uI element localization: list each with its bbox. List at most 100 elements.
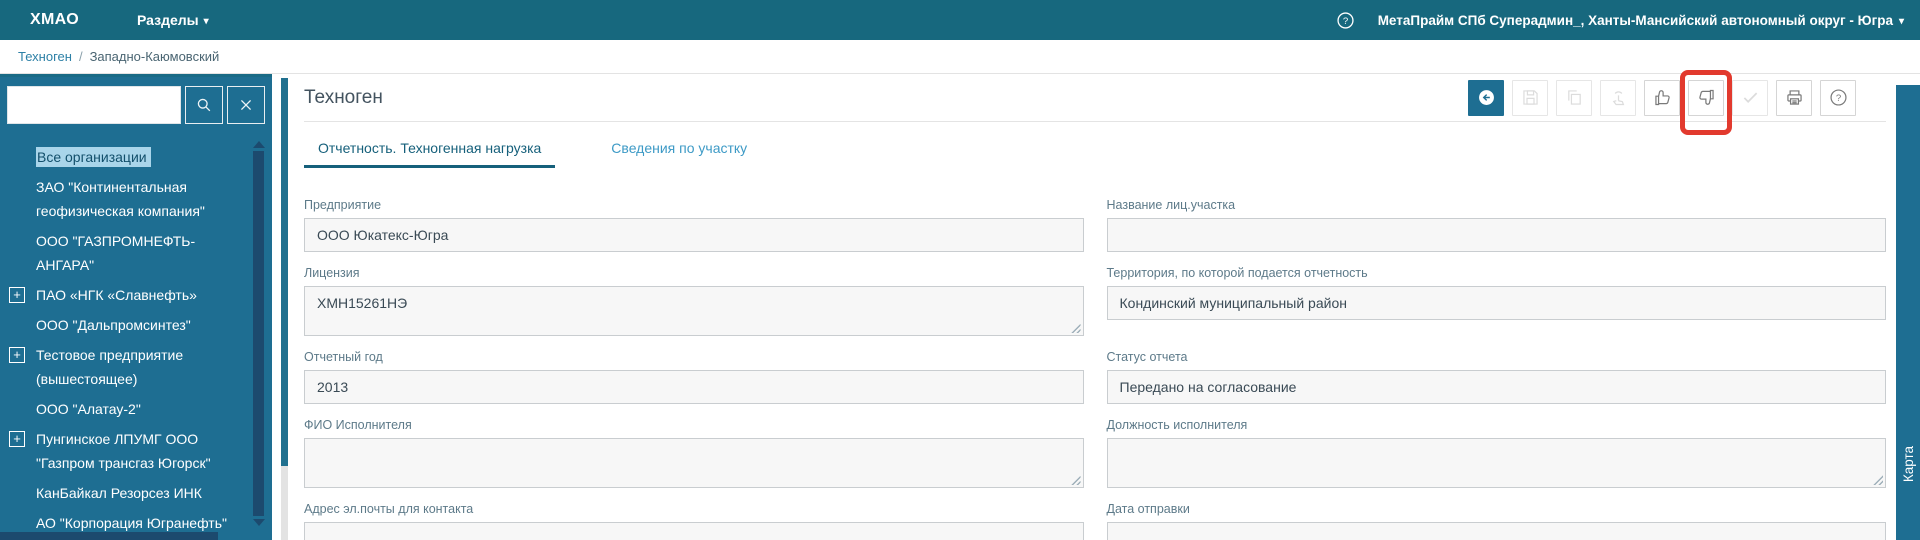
form-field: Лицензия ХМН15261НЭ bbox=[304, 266, 1084, 336]
search-button[interactable] bbox=[185, 86, 223, 124]
toolbar: ? bbox=[1468, 69, 1856, 135]
panel-gap bbox=[272, 74, 281, 540]
sidebar-item-organization[interactable]: + ПАО «НГК «Славнефть» bbox=[0, 283, 238, 307]
save-button bbox=[1512, 79, 1548, 116]
form-field: ФИО Исполнителя bbox=[304, 418, 1084, 488]
text-input[interactable]: ХМН15261НЭ bbox=[304, 286, 1084, 336]
copy-button bbox=[1556, 79, 1592, 116]
clear-search-button[interactable] bbox=[227, 86, 265, 124]
user-name: МетаПрайм СПб Суперадмин_, Ханты-Мансийс… bbox=[1377, 12, 1893, 28]
thumb-up-button[interactable] bbox=[1644, 79, 1680, 116]
form-field: Адрес эл.почты для контакта bbox=[304, 502, 1084, 540]
sidebar-item-organization[interactable]: + ООО "Алатау-2" bbox=[0, 397, 238, 421]
sidebar-item-organization[interactable]: + КанБайкал Резорсез ИНК bbox=[0, 481, 238, 505]
touch-button bbox=[1600, 79, 1636, 116]
field-label: Дата отправки bbox=[1106, 502, 1190, 516]
print-button[interactable] bbox=[1776, 79, 1812, 116]
sidebar-item-organization[interactable]: + Пунгинское ЛПУМГ ООО "Газпром трансгаз… bbox=[0, 427, 238, 475]
sidebar-item-organization[interactable]: + Все организации bbox=[0, 145, 238, 169]
form-field: Территория, по которой подается отчетнос… bbox=[1106, 266, 1886, 320]
organization-label: ЗАО "Континентальная геофизическая компа… bbox=[36, 179, 205, 219]
organization-label: ООО "ГАЗПРОМНЕФТЬ-АНГАРА" bbox=[36, 233, 196, 273]
help-button[interactable]: ? bbox=[1820, 79, 1856, 116]
tab-report[interactable]: Отчетность. Техногенная нагрузка bbox=[304, 134, 556, 168]
text-input[interactable] bbox=[1106, 218, 1886, 252]
form-field: Статус отчета Передано на согласование bbox=[1106, 350, 1886, 404]
field-label: Предприятие bbox=[304, 198, 382, 212]
text-input[interactable] bbox=[1106, 438, 1886, 488]
check-button bbox=[1732, 79, 1768, 116]
organization-label: ООО "Алатау-2" bbox=[36, 401, 141, 417]
touch-icon bbox=[1612, 91, 1624, 106]
form-field: Отчетный год 2013 bbox=[304, 350, 1084, 404]
breadcrumb-current-page: Западно-Каюмовский bbox=[89, 49, 220, 64]
text-input[interactable] bbox=[304, 438, 1084, 488]
top-bar: ХМАО Разделы ▾ ? МетаПрайм СПб Суперадми… bbox=[0, 0, 1920, 40]
technogen-panel: Техноген ? Отчетность. Техногенная нагру… bbox=[288, 69, 1896, 540]
map-side-tab[interactable]: Карта bbox=[1896, 85, 1920, 540]
magnifier-icon bbox=[197, 98, 211, 112]
organization-label: КанБайкал Резорсез ИНК bbox=[36, 485, 202, 501]
check-icon bbox=[1743, 92, 1757, 103]
field-label: Должность исполнителя bbox=[1106, 418, 1248, 432]
back-icon bbox=[1478, 90, 1494, 105]
scrollbar-thumb[interactable] bbox=[281, 78, 288, 466]
scrollbar-thumb[interactable] bbox=[253, 151, 264, 516]
help-icon[interactable]: ? bbox=[1335, 10, 1356, 31]
app-logo: ХМАО bbox=[30, 11, 79, 28]
scroll-up-arrow-icon[interactable] bbox=[252, 141, 265, 148]
organization-list: + Все организации + ЗАО "Континентальная… bbox=[0, 133, 272, 540]
search-input[interactable] bbox=[7, 86, 181, 124]
thumb-down-button[interactable] bbox=[1688, 79, 1724, 116]
organizations-sidebar: + Все организации + ЗАО "Континентальная… bbox=[0, 74, 272, 540]
field-label: Территория, по которой подается отчетнос… bbox=[1106, 266, 1368, 280]
tab-site-info[interactable]: Сведения по участку bbox=[597, 134, 761, 168]
field-label: Название лиц.участка bbox=[1106, 198, 1236, 212]
text-input[interactable]: ООО Юкатекс-Югра bbox=[304, 218, 1084, 252]
svg-text:?: ? bbox=[1343, 16, 1348, 27]
breadcrumb: Техноген / Западно-Каюмовский bbox=[0, 40, 1920, 74]
organization-label: ПАО «НГК «Славнефть» bbox=[36, 287, 197, 303]
organization-label: Тестовое предприятие (вышестоящее) bbox=[36, 347, 184, 387]
map-tab-label: Карта bbox=[1900, 445, 1916, 482]
close-icon bbox=[240, 99, 252, 111]
breadcrumb-separator: / bbox=[78, 49, 83, 64]
sidebar-horizontal-scrollbar[interactable] bbox=[0, 532, 218, 540]
sidebar-item-organization[interactable]: + Тестовое предприятие (вышестоящее) bbox=[0, 343, 238, 391]
field-label: ФИО Исполнителя bbox=[304, 418, 412, 432]
field-label: Статус отчета bbox=[1106, 350, 1188, 364]
organization-label: Все организации bbox=[36, 147, 151, 167]
organization-label: Пунгинское ЛПУМГ ООО "Газпром трансгаз Ю… bbox=[36, 431, 211, 471]
main-vertical-scrollbar[interactable] bbox=[281, 78, 288, 540]
sidebar-item-organization[interactable]: + ООО "ГАЗПРОМНЕФТЬ-АНГАРА" bbox=[0, 229, 238, 277]
form-field: Название лиц.участка bbox=[1106, 198, 1886, 252]
field-label: Отчетный год bbox=[304, 350, 383, 364]
text-input[interactable]: Кондинский муниципальный район bbox=[1106, 286, 1886, 320]
back-button[interactable] bbox=[1468, 79, 1504, 116]
save-icon bbox=[1522, 90, 1538, 105]
copy-icon bbox=[1567, 90, 1581, 105]
organization-label: АО "Корпорация Югранефть" bbox=[36, 515, 227, 531]
sidebar-vertical-scrollbar[interactable] bbox=[252, 141, 265, 526]
report-form: Предприятие ООО Юкатекс-Югра Название ли… bbox=[304, 198, 1886, 540]
form-field: Должность исполнителя bbox=[1106, 418, 1886, 488]
text-input[interactable]: 2013 bbox=[304, 370, 1084, 404]
expand-plus-icon[interactable]: + bbox=[9, 287, 25, 303]
expand-plus-icon[interactable]: + bbox=[9, 347, 25, 363]
chevron-down-icon: ▾ bbox=[1898, 15, 1904, 27]
form-field: Дата отправки bbox=[1106, 502, 1886, 540]
scroll-down-arrow-icon[interactable] bbox=[252, 519, 265, 526]
expand-plus-icon[interactable]: + bbox=[9, 431, 25, 447]
form-field: Предприятие ООО Юкатекс-Югра bbox=[304, 198, 1084, 252]
sidebar-item-organization[interactable]: + ООО "Дальпромсинтез" bbox=[0, 313, 238, 337]
user-menu[interactable]: МетаПрайм СПб Суперадмин_, Ханты-Мансийс… bbox=[1378, 13, 1904, 28]
text-input[interactable]: Передано на согласование bbox=[1106, 370, 1886, 404]
sidebar-item-organization[interactable]: + ЗАО "Континентальная геофизическая ком… bbox=[0, 175, 238, 223]
breadcrumb-link-technogen[interactable]: Техноген bbox=[18, 49, 72, 64]
sidebar-search-row bbox=[0, 77, 272, 133]
text-input[interactable] bbox=[1106, 522, 1886, 540]
thumb-up-icon bbox=[1654, 90, 1670, 106]
sections-menu[interactable]: Разделы ▾ bbox=[137, 12, 209, 28]
field-label: Лицензия bbox=[304, 266, 360, 280]
text-input[interactable] bbox=[304, 522, 1084, 540]
